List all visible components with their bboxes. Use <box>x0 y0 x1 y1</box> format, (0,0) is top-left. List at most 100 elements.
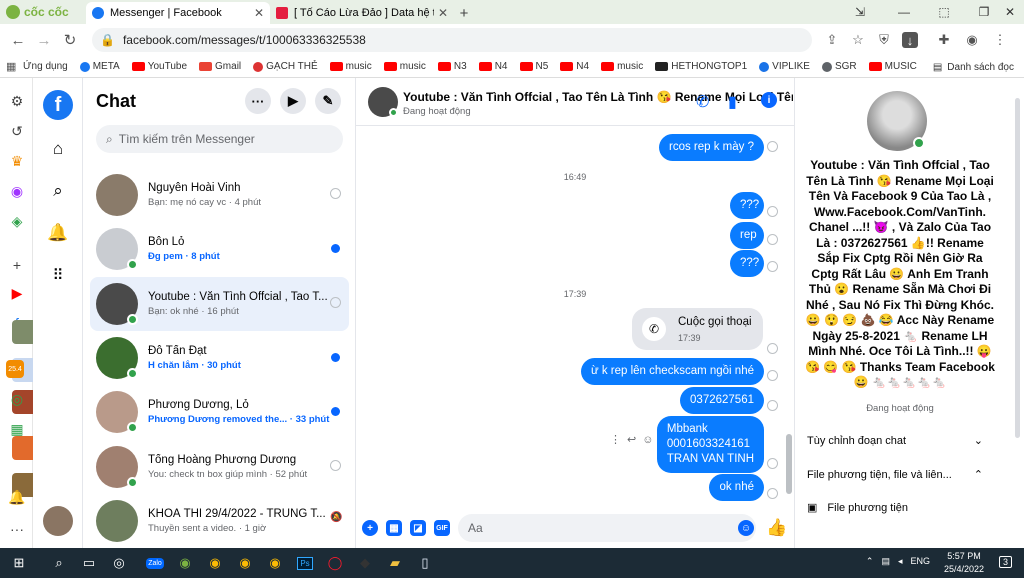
close-window-icon[interactable]: ✕ <box>996 0 1024 24</box>
react-icon[interactable]: ☺ <box>642 434 659 446</box>
conversation-item[interactable]: Bôn Lỏ Đg pem · 8 phút <box>90 222 349 276</box>
more-options-button[interactable]: ··· <box>245 88 271 114</box>
message-actions[interactable]: ⋮↩☺ <box>610 433 659 446</box>
language-indicator[interactable]: ENG <box>910 556 930 567</box>
gif-icon[interactable]: GIF <box>434 520 450 536</box>
emoji-icon[interactable]: ☺ <box>738 520 754 536</box>
network-icon[interactable]: ▤ <box>881 556 890 567</box>
restore-window-icon[interactable]: ❐ <box>970 0 998 24</box>
tray-up-icon[interactable]: ⌃ <box>866 556 874 567</box>
roblox-icon[interactable]: ◆ <box>350 548 380 578</box>
avatar[interactable] <box>43 506 73 536</box>
bell-icon[interactable]: 🔔 <box>6 486 28 508</box>
plus-icon[interactable]: + <box>362 520 378 536</box>
chrome-icon[interactable]: ◉ <box>260 548 290 578</box>
message-bubble[interactable]: ??? <box>730 192 764 219</box>
avatar[interactable] <box>867 91 927 151</box>
opera-icon[interactable]: ◯ <box>320 548 350 578</box>
bookmark-item[interactable]: N4 <box>560 61 589 72</box>
message-bubble[interactable]: Mbbank 0001603324161 TRAN VAN TINH <box>656 416 764 473</box>
forward-icon[interactable]: → <box>32 28 56 52</box>
crown-icon[interactable]: ♛ <box>6 150 28 172</box>
message-bubble[interactable]: rep <box>730 222 764 249</box>
home-icon[interactable]: ⌂ <box>45 136 71 162</box>
customize-chat-section[interactable]: Tùy chỉnh đoạn chat ⌄ <box>807 434 983 448</box>
conversation-item[interactable]: KHOÁ THI 29/4/2022 - TRUNG T... Thuyền se… <box>90 494 349 548</box>
bookmark-item[interactable]: GẠCH THẺ <box>253 61 318 72</box>
chrome-icon[interactable]: ◉ <box>230 548 260 578</box>
files-icon[interactable]: ▯ <box>410 548 440 578</box>
bookmark-item[interactable]: N5 <box>519 61 548 72</box>
folder-icon[interactable]: ▰ <box>380 548 410 578</box>
tab-messenger[interactable]: Messenger | Facebook ✕ <box>86 2 270 24</box>
bookmark-item[interactable]: HETHONGTOP1 <box>655 61 747 72</box>
restore-icon[interactable]: ⬚ <box>930 0 958 24</box>
conversation-item[interactable]: Đỗ Tấn Đạt H chăn lắm · 30 phút <box>90 331 349 385</box>
like-icon[interactable]: 👍 <box>766 518 787 538</box>
media-files-section[interactable]: File phương tiện, file và liên... ⌃ <box>807 468 983 482</box>
chrome-icon[interactable]: ◉ <box>200 548 230 578</box>
system-tray[interactable]: ⌃ ▤ ◂ ENG <box>866 556 930 567</box>
youtube-icon[interactable]: ▶ <box>6 282 28 304</box>
shopee-icon[interactable]: 25.4 <box>6 360 24 378</box>
image-icon[interactable]: ▦ <box>386 520 402 536</box>
search-input[interactable]: ⌕ Tìm kiếm trên Messenger <box>96 125 343 153</box>
bookmark-item[interactable]: music <box>329 61 372 72</box>
info-icon[interactable]: i <box>761 92 777 108</box>
message-input[interactable]: Aa <box>458 514 756 542</box>
close-icon[interactable]: ✕ <box>438 6 448 20</box>
phone-icon[interactable]: ✆ <box>696 92 709 112</box>
notification-icon[interactable]: 3 <box>998 556 1012 568</box>
windows-start-icon[interactable]: ⊞ <box>4 548 34 578</box>
bookmark-item[interactable]: YouTube <box>131 61 187 72</box>
conversation-item[interactable]: Nguyễn Hoài Vinh Bạn: mẹ nó cay vc · 4 ph… <box>90 168 349 222</box>
bookmark-item[interactable]: SGR <box>821 61 857 72</box>
bookmark-item[interactable]: META <box>79 61 120 72</box>
minimize-icon[interactable]: — <box>890 0 918 24</box>
media-item[interactable]: ▣ File phương tiện <box>807 501 908 515</box>
message-bubble[interactable]: ??? <box>730 250 764 277</box>
more-icon[interactable]: ··· <box>6 518 28 540</box>
profile-icon[interactable]: ◉ <box>962 30 982 50</box>
more-icon[interactable]: ⋮ <box>610 434 627 446</box>
close-icon[interactable]: ✕ <box>254 6 264 20</box>
back-icon[interactable]: ← <box>6 28 30 52</box>
menu-icon[interactable]: ⋮ <box>990 30 1010 50</box>
compose-icon[interactable]: ✎ <box>315 88 341 114</box>
recorder-icon[interactable]: ◎ <box>104 548 134 578</box>
menu-grid-icon[interactable]: ⠿ <box>45 262 71 288</box>
message-bubble[interactable]: ừ k rep lên checkscam ngồi nhé <box>580 358 764 385</box>
coccoc-icon[interactable]: ◉ <box>170 548 200 578</box>
photoshop-icon[interactable]: Ps <box>290 548 320 578</box>
conversation-item[interactable]: Tống Hoàng Phương Dương You: check tn box… <box>90 440 349 494</box>
sticker-icon[interactable]: ◪ <box>410 520 426 536</box>
clock[interactable]: 5:57 PM 25/4/2022 <box>944 550 984 576</box>
search-icon[interactable]: ⌕ <box>44 548 74 578</box>
bookmark-item[interactable]: N3 <box>437 61 467 72</box>
bookmark-item[interactable]: music <box>601 61 643 72</box>
url-bar[interactable]: 🔒 facebook.com/messages/t/10006333632553… <box>92 28 812 52</box>
scrollbar[interactable] <box>1015 98 1020 438</box>
video-call-icon[interactable]: ▶ <box>280 88 306 114</box>
extensions-icon[interactable]: ✚ <box>934 30 954 50</box>
browser-logo[interactable]: cốc cốc <box>0 0 86 24</box>
scrollbar[interactable] <box>786 434 792 494</box>
download-icon[interactable]: ↓ <box>902 32 918 48</box>
map-icon[interactable]: ◎ <box>6 388 28 410</box>
message-bubble[interactable]: ok nhé <box>709 474 764 501</box>
avatar[interactable] <box>368 87 398 117</box>
pin-icon[interactable]: ⇲ <box>846 0 874 24</box>
new-tab-button[interactable]: + <box>454 2 474 24</box>
messenger-icon[interactable]: ◉ <box>6 180 28 202</box>
bookmark-item[interactable]: Gmail <box>199 61 241 72</box>
search-icon[interactable]: ⌕ <box>45 178 71 204</box>
add-icon[interactable]: + <box>6 254 28 276</box>
reading-list[interactable]: ▤ Danh sách đọc <box>933 56 1014 78</box>
conversation-item[interactable]: Phương Dương, Lỏ Phương Dương removed the… <box>90 385 349 439</box>
game-icon[interactable]: ◈ <box>6 210 28 232</box>
bell-icon[interactable]: 🔔 <box>45 220 71 246</box>
conversation-item[interactable]: Youtube : Văn Tình Offcial , Tao T... Bạn… <box>90 276 349 331</box>
bookmark-apps[interactable]: ▦ Ứng dụng <box>6 60 68 73</box>
bookmark-item[interactable]: MUSIC <box>868 61 917 72</box>
shield-icon[interactable]: ⛨ <box>874 30 894 50</box>
